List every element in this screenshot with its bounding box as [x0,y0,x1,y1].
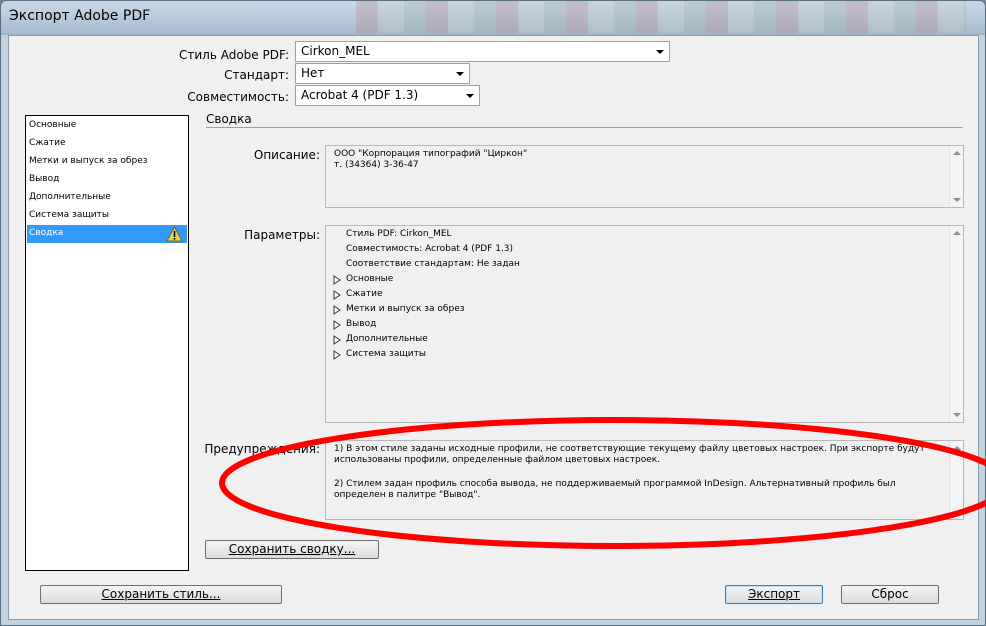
export-button[interactable]: Экспорт [725,585,823,604]
reset-button[interactable]: Сброс [841,585,939,604]
sidebar-item-summary[interactable]: Сводка [27,225,187,243]
param-group-marks-bleeds[interactable]: Метки и выпуск за обрез [346,304,465,314]
preset-label: Стиль Adobe PDF: [179,48,289,62]
compatibility-value: Acrobat 4 (PDF 1.3) [301,88,419,102]
warnings-box[interactable]: 1) В этом стиле заданы исходные профили,… [325,440,964,520]
param-group-security[interactable]: Система защиты [346,349,426,359]
expand-triangle-icon[interactable] [333,320,341,330]
compatibility-label: Совместимость: [187,90,289,104]
expand-triangle-icon[interactable] [333,305,341,315]
save-preset-button[interactable]: Сохранить стиль... [40,585,282,604]
param-line: Совместимость: Acrobat 4 (PDF 1.3) [346,244,514,254]
standard-label: Стандарт: [224,68,289,82]
description-label: Описание: [253,148,320,162]
param-group-general[interactable]: Основные [346,274,393,284]
params-box[interactable]: Стиль PDF: Cirkon_MEL Совместимость: Acr… [325,225,964,423]
params-scrollbar[interactable] [949,226,963,422]
preset-dropdown[interactable]: Cirkon_MEL [295,41,670,62]
sidebar-item-advanced[interactable]: Дополнительные [27,189,187,207]
description-text: ООО "Корпорация типографий "Циркон" т. (… [334,149,528,170]
param-group-advanced[interactable]: Дополнительные [346,334,428,344]
preset-value: Cirkon_MEL [301,44,370,58]
expand-triangle-icon[interactable] [333,275,341,285]
compatibility-dropdown[interactable]: Acrobat 4 (PDF 1.3) [295,85,480,106]
chevron-down-icon [466,94,474,98]
category-list: Основные Сжатие Метки и выпуск за обрез … [25,115,189,571]
standard-value: Нет [301,66,325,80]
scroll-down-icon[interactable] [953,198,961,202]
scroll-down-icon[interactable] [953,413,961,417]
section-divider [206,127,963,128]
sidebar-item-output[interactable]: Вывод [27,171,187,189]
title-bar-background [356,1,966,33]
warnings-label: Предупреждения: [204,442,320,456]
scroll-up-icon[interactable] [953,151,961,155]
sidebar-item-marks-bleeds[interactable]: Метки и выпуск за обрез [27,153,187,171]
warning-triangle-icon [166,225,183,242]
params-label: Параметры: [244,228,320,242]
expand-triangle-icon[interactable] [333,290,341,300]
warning-1-text: 1) В этом стиле заданы исходные профили,… [334,444,925,465]
sidebar-item-general[interactable]: Основные [27,117,187,135]
description-scrollbar[interactable] [949,146,963,207]
description-box[interactable]: ООО "Корпорация типографий "Циркон" т. (… [325,145,964,208]
param-group-compression[interactable]: Сжатие [346,289,383,299]
sidebar-item-compression[interactable]: Сжатие [27,135,187,153]
save-summary-button[interactable]: Сохранить сводку... [205,540,379,559]
expand-triangle-icon[interactable] [333,335,341,345]
window-title: Экспорт Adobe PDF [9,8,151,24]
sidebar-item-security[interactable]: Система защиты [27,207,187,225]
dialog-body: Стиль Adobe PDF: Cirkon_MEL Стандарт: Не… [8,35,979,620]
param-line: Соответствие стандартам: Не задан [346,259,520,269]
warnings-scrollbar[interactable] [949,441,963,519]
warning-2-text: 2) Стилем задан профиль способа вывода, … [334,479,896,500]
param-line: Стиль PDF: Cirkon_MEL [346,229,452,239]
chevron-down-icon [456,72,464,76]
expand-triangle-icon[interactable] [333,350,341,360]
standard-dropdown[interactable]: Нет [295,63,470,84]
export-pdf-dialog: Экспорт Adobe PDF Стиль Adobe PDF: Cirko… [0,0,986,626]
section-title: Сводка [206,112,252,126]
param-group-output[interactable]: Вывод [346,319,376,329]
chevron-down-icon [656,50,664,54]
title-bar[interactable]: Экспорт Adobe PDF [1,1,985,33]
scroll-up-icon[interactable] [953,446,961,450]
scroll-up-icon[interactable] [953,231,961,235]
